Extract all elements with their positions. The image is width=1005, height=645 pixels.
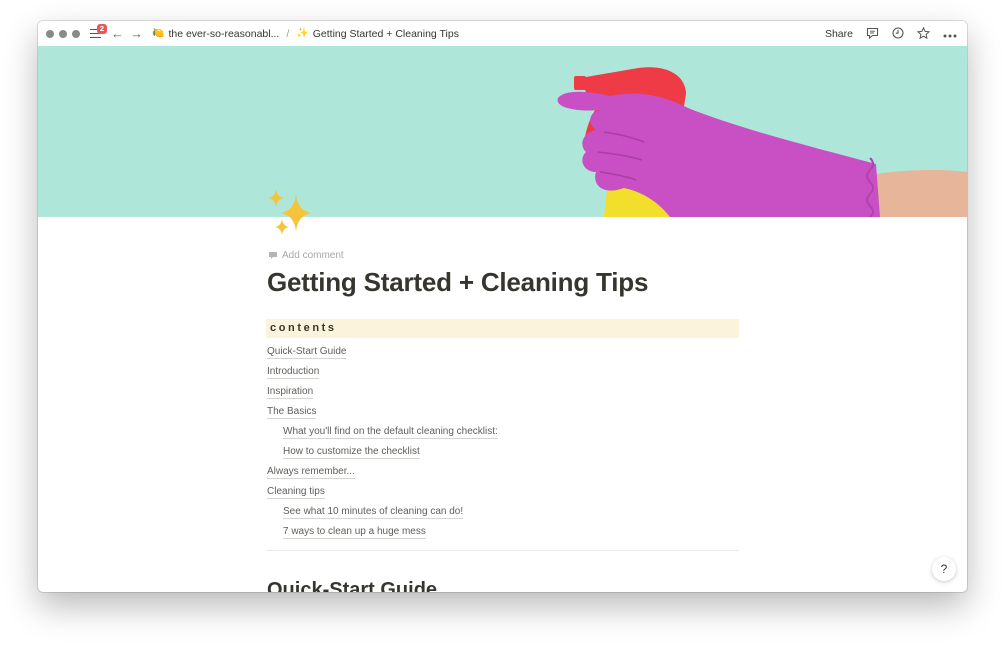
toc-item: 7 ways to clean up a huge mess bbox=[267, 523, 498, 543]
notification-badge: 2 bbox=[97, 23, 107, 34]
window-controls bbox=[46, 29, 80, 38]
top-bar: 2 ← → 🍋 the ever-so-reasonabl... / ✨ Get… bbox=[38, 21, 967, 47]
comment-icon bbox=[269, 252, 277, 259]
table-of-contents: Quick-Start Guide Introduction Inspirati… bbox=[267, 343, 498, 543]
forward-arrow-icon[interactable]: → bbox=[130, 27, 143, 40]
toc-item: See what 10 minutes of cleaning can do! bbox=[267, 503, 498, 523]
topbar-actions: Share bbox=[825, 26, 957, 41]
divider bbox=[266, 550, 739, 551]
more-icon[interactable] bbox=[943, 28, 957, 40]
close-window-button[interactable] bbox=[46, 29, 54, 38]
toc-link-quick-start-guide[interactable]: Quick-Start Guide bbox=[267, 346, 347, 359]
toc-link-10-minutes[interactable]: See what 10 minutes of cleaning can do! bbox=[283, 506, 464, 519]
toc-item: Always remember... bbox=[267, 463, 498, 483]
toc-item: What you'll find on the default cleaning… bbox=[267, 423, 498, 443]
clock-icon-svg bbox=[892, 26, 904, 39]
sparkles-icon bbox=[268, 189, 312, 235]
app-window: 2 ← → 🍋 the ever-so-reasonabl... / ✨ Get… bbox=[38, 21, 967, 592]
more-icon-svg bbox=[943, 34, 957, 37]
lemon-icon: 🍋 bbox=[152, 28, 165, 39]
toc-item: How to customize the checklist bbox=[267, 443, 498, 463]
cover-image bbox=[38, 46, 967, 217]
comment-icon-svg bbox=[866, 27, 879, 39]
menu-icon-line bbox=[90, 36, 101, 38]
section-heading-quick-start-guide: Quick-Start Guide bbox=[267, 579, 438, 592]
sidebar-menu-button[interactable]: 2 bbox=[90, 23, 107, 39]
toc-link-customize-checklist[interactable]: How to customize the checklist bbox=[283, 446, 420, 459]
toc-link-inspiration[interactable]: Inspiration bbox=[267, 386, 314, 399]
toc-item: The Basics bbox=[267, 403, 498, 423]
toc-link-7-ways[interactable]: 7 ways to clean up a huge mess bbox=[283, 526, 426, 539]
toc-item: Inspiration bbox=[267, 383, 498, 403]
contents-heading: contents bbox=[266, 319, 739, 338]
help-button[interactable]: ? bbox=[932, 557, 956, 581]
toc-item: Cleaning tips bbox=[267, 483, 498, 503]
minimize-window-button[interactable] bbox=[59, 29, 67, 38]
share-button[interactable]: Share bbox=[825, 28, 853, 40]
star-icon-svg bbox=[916, 26, 931, 39]
toc-link-the-basics[interactable]: The Basics bbox=[267, 406, 317, 419]
toc-item: Introduction bbox=[267, 363, 498, 383]
toc-link-always-remember[interactable]: Always remember... bbox=[267, 466, 355, 479]
toc-item: Quick-Start Guide bbox=[267, 343, 498, 363]
sparkles-icon: ✨ bbox=[296, 28, 309, 39]
breadcrumb-page[interactable]: ✨ Getting Started + Cleaning Tips bbox=[296, 28, 459, 40]
page-icon[interactable] bbox=[266, 189, 318, 246]
workspace-name: the ever-so-reasonabl... bbox=[168, 27, 280, 40]
back-arrow-icon[interactable]: ← bbox=[111, 27, 124, 40]
comment-icon[interactable] bbox=[866, 27, 879, 41]
breadcrumb-separator: / bbox=[286, 27, 290, 40]
toc-link-default-checklist[interactable]: What you'll find on the default cleaning… bbox=[283, 426, 498, 439]
breadcrumb-workspace[interactable]: 🍋 the ever-so-reasonabl... bbox=[152, 28, 279, 40]
add-comment-label: Add comment bbox=[282, 250, 344, 261]
clock-icon[interactable] bbox=[892, 26, 904, 41]
toc-link-introduction[interactable]: Introduction bbox=[267, 366, 320, 379]
page-name: Getting Started + Cleaning Tips bbox=[312, 27, 459, 40]
page-title[interactable]: Getting Started + Cleaning Tips bbox=[267, 267, 648, 298]
maximize-window-button[interactable] bbox=[72, 29, 80, 38]
star-icon[interactable] bbox=[916, 26, 931, 41]
toc-link-cleaning-tips[interactable]: Cleaning tips bbox=[267, 486, 325, 499]
spray-bottle-glove-illustration bbox=[38, 46, 967, 217]
add-comment-button[interactable]: Add comment bbox=[268, 250, 344, 261]
